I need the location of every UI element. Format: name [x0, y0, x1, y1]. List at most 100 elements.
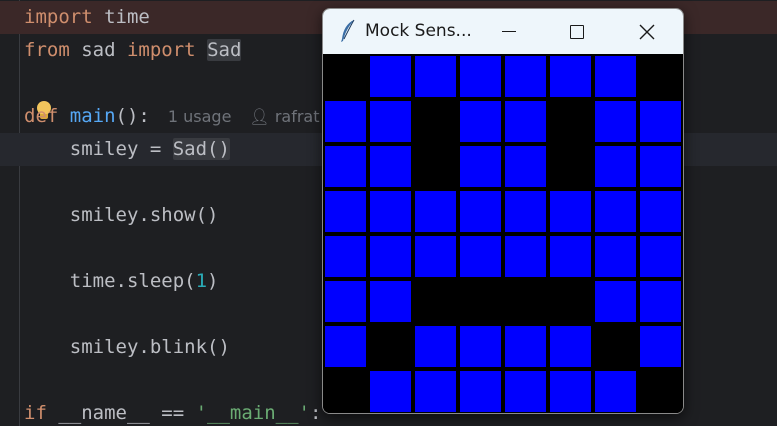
string-literal: '__main__' — [195, 402, 310, 424]
code-line-7[interactable]: smiley.show() — [24, 199, 219, 232]
code-line-9[interactable]: time.sleep(1) — [24, 265, 219, 298]
led-pixel — [369, 370, 412, 413]
led-pixel — [324, 235, 367, 278]
led-pixel — [549, 235, 592, 278]
led-pixel — [459, 370, 502, 413]
led-pixel — [549, 55, 592, 98]
led-pixel — [369, 190, 412, 233]
led-pixel — [639, 325, 682, 368]
code-line-13[interactable]: if __name__ == '__main__': — [24, 397, 321, 426]
led-pixel — [549, 325, 592, 368]
led-pixel — [504, 235, 547, 278]
minimize-icon — [502, 30, 516, 33]
led-pixel — [639, 235, 682, 278]
led-pixel — [369, 100, 412, 143]
led-pixel — [594, 190, 637, 233]
usage-hint[interactable]: 1 usage — [168, 107, 232, 126]
keyword-from: from — [24, 39, 70, 61]
led-pixel — [459, 100, 502, 143]
led-pixel — [414, 370, 457, 413]
constructor-call: Sad() — [172, 138, 230, 160]
led-pixel — [324, 145, 367, 188]
close-button[interactable] — [613, 9, 681, 54]
led-pixel — [639, 55, 682, 98]
led-pixel — [369, 325, 412, 368]
led-pixel — [459, 190, 502, 233]
close-icon — [639, 24, 655, 39]
user-icon: 👤︎ — [249, 107, 275, 126]
window-titlebar[interactable]: Mock Sens... — [323, 9, 683, 54]
led-pixel — [549, 370, 592, 413]
led-pixel — [414, 55, 457, 98]
keyword-def: def — [24, 105, 59, 127]
led-pixel — [549, 100, 592, 143]
led-pixel — [414, 325, 457, 368]
led-pixel — [324, 280, 367, 323]
maximize-icon — [570, 24, 584, 39]
led-pixel — [594, 100, 637, 143]
led-pixel — [639, 190, 682, 233]
led-pixel — [639, 100, 682, 143]
gutter-divider — [19, 0, 20, 426]
led-pixel — [549, 190, 592, 233]
minimize-button[interactable] — [475, 9, 543, 54]
led-pixel — [594, 235, 637, 278]
led-matrix — [323, 54, 683, 413]
led-pixel — [459, 55, 502, 98]
code-line-2[interactable]: from sad import Sad — [24, 34, 242, 67]
led-pixel — [639, 280, 682, 323]
led-pixel — [414, 190, 457, 233]
imported-class-name: Sad — [207, 39, 242, 61]
led-pixel — [414, 145, 457, 188]
led-pixel — [324, 325, 367, 368]
sleep-call: time.sleep( — [24, 270, 196, 292]
led-pixel — [324, 55, 367, 98]
closing-paren: ) — [207, 270, 219, 292]
maximize-button[interactable] — [543, 9, 611, 54]
led-pixel — [369, 55, 412, 98]
mock-sensor-window[interactable]: Mock Sens... — [322, 8, 684, 414]
assignment: smiley = — [24, 138, 173, 160]
led-pixel — [369, 235, 412, 278]
led-pixel — [639, 370, 682, 413]
code-line-4[interactable]: def main(): 1 usage 👤︎ rafrat — [24, 100, 320, 133]
keyword-import: import — [24, 6, 93, 28]
led-pixel — [504, 370, 547, 413]
function-signature: (): — [115, 105, 150, 127]
led-pixel — [459, 235, 502, 278]
function-name: main — [69, 105, 116, 127]
feather-icon — [341, 19, 355, 42]
led-pixel — [549, 145, 592, 188]
led-pixel — [504, 280, 547, 323]
led-pixel — [594, 280, 637, 323]
condition: __name__ == — [46, 402, 196, 424]
led-pixel — [414, 280, 457, 323]
led-pixel — [504, 190, 547, 233]
led-pixel — [504, 100, 547, 143]
led-pixel — [594, 55, 637, 98]
led-pixel — [459, 325, 502, 368]
led-pixel — [594, 370, 637, 413]
led-pixel — [459, 280, 502, 323]
led-pixel — [504, 55, 547, 98]
led-pixel — [549, 280, 592, 323]
led-pixel — [594, 145, 637, 188]
keyword-if: if — [24, 402, 47, 424]
led-pixel — [459, 145, 502, 188]
author-name: rafrat — [274, 107, 320, 126]
led-pixel — [324, 100, 367, 143]
code-line-11[interactable]: smiley.blink() — [24, 331, 230, 364]
led-pixel — [324, 190, 367, 233]
method-call: smiley.blink() — [24, 336, 230, 358]
method-call: smiley.show() — [24, 204, 219, 226]
led-pixel — [414, 235, 457, 278]
module-name: time — [92, 6, 150, 28]
led-pixel — [639, 145, 682, 188]
led-pixel — [324, 370, 367, 413]
led-pixel — [369, 145, 412, 188]
colon: : — [310, 402, 322, 424]
window-title: Mock Sens... — [365, 21, 472, 41]
author-hint[interactable]: 👤︎ rafrat — [249, 107, 319, 126]
keyword-import: import — [126, 39, 196, 61]
led-pixel — [504, 145, 547, 188]
